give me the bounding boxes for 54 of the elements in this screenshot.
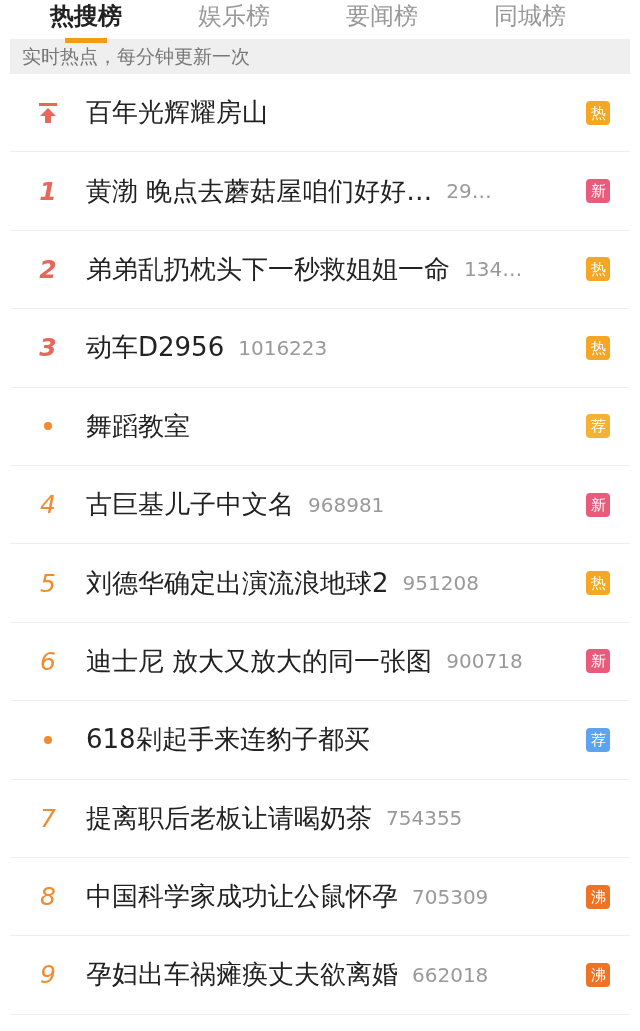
tag-badge: 荐 xyxy=(586,727,610,752)
list-item[interactable]: 9 孕妇出车祸瘫痪丈夫欲离婚 662018 沸 xyxy=(10,936,630,1015)
heat-count: 662018 xyxy=(412,963,489,987)
heat-count: 29… xyxy=(446,179,492,204)
topic-title: 中国科学家成功让公鼠怀孕 xyxy=(86,880,398,914)
list-item[interactable]: 618剁起手来连豹子都买 荐 xyxy=(10,701,630,780)
topic-title: 提离职后老板让请喝奶茶 xyxy=(86,801,372,835)
list-item[interactable]: 1 黄渤 晚点去蘑菇屋咱们好好… 29… 新 xyxy=(10,152,630,231)
tag-badge: 沸 xyxy=(586,884,610,909)
topic-title: 古巨基儿子中文名 xyxy=(86,488,294,522)
tag-badge: 热 xyxy=(586,100,610,125)
rank-number: 9 xyxy=(40,960,56,990)
notice-banner: 实时热点，每分钟更新一次 xyxy=(10,39,630,74)
rank-number: 8 xyxy=(40,882,56,912)
heat-count: 900718 xyxy=(446,649,523,674)
heat-count: 705309 xyxy=(412,884,489,909)
list-item[interactable]: 8 中国科学家成功让公鼠怀孕 705309 沸 xyxy=(10,857,630,937)
tag-badge: 新 xyxy=(586,492,610,517)
heat-count: 951208 xyxy=(402,571,479,596)
topic-title: 黄渤 晚点去蘑菇屋咱们好好… xyxy=(86,174,433,208)
tag-badge: 荐 xyxy=(586,414,610,439)
topic-title: 舞蹈教室 xyxy=(86,409,190,443)
tag-badge: 沸 xyxy=(586,963,610,987)
tag-badge: 新 xyxy=(586,649,610,674)
list-item[interactable]: 百年光辉耀房山 热 xyxy=(10,74,630,153)
rank-number: 7 xyxy=(40,803,56,833)
topic-title: 弟弟乱扔枕头下一秒救姐姐一命 xyxy=(86,252,450,286)
list-item[interactable]: 4 古巨基儿子中文名 968981 新 xyxy=(10,465,630,545)
rank-number: 2 xyxy=(39,254,57,284)
rank-number: 3 xyxy=(39,333,57,363)
tag-badge: 新 xyxy=(586,179,610,204)
topic-title: 孕妇出车祸瘫痪丈夫欲离婚 xyxy=(86,958,398,992)
rank-number: 5 xyxy=(40,568,56,598)
tag-badge: 热 xyxy=(586,257,610,282)
topic-title: 刘德华确定出演流浪地球2 xyxy=(86,566,389,600)
list-item[interactable]: 6 迪士尼 放大又放大的同一张图 900718 新 xyxy=(10,622,630,702)
tag-badge: 热 xyxy=(586,335,610,360)
topic-title: 618剁起手来连豹子都买 xyxy=(86,723,370,757)
list-item[interactable]: 7 提离职后老板让请喝奶茶 754355 xyxy=(10,779,630,858)
list-item[interactable]: 5 刘德华确定出演流浪地球2 951208 热 xyxy=(10,544,630,623)
topic-title: 百年光辉耀房山 xyxy=(86,96,268,130)
heat-count: 968981 xyxy=(308,492,385,517)
tag-badge: 热 xyxy=(586,571,610,596)
rank-number: 1 xyxy=(39,176,57,206)
rank-number: 6 xyxy=(40,646,56,676)
rank-number: 4 xyxy=(40,490,56,520)
heat-count: 754355 xyxy=(386,806,463,831)
heat-count: 1016223 xyxy=(238,335,328,360)
list-item[interactable]: 3 动车D2956 1016223 热 xyxy=(10,309,630,388)
topic-title: 迪士尼 放大又放大的同一张图 xyxy=(86,644,433,678)
list-item[interactable]: 舞蹈教室 荐 xyxy=(10,387,630,466)
list-item[interactable]: 2 弟弟乱扔枕头下一秒救姐姐一命 134… 热 xyxy=(10,230,630,310)
heat-count: 134… xyxy=(464,257,523,282)
topic-title: 动车D2956 xyxy=(86,331,225,365)
